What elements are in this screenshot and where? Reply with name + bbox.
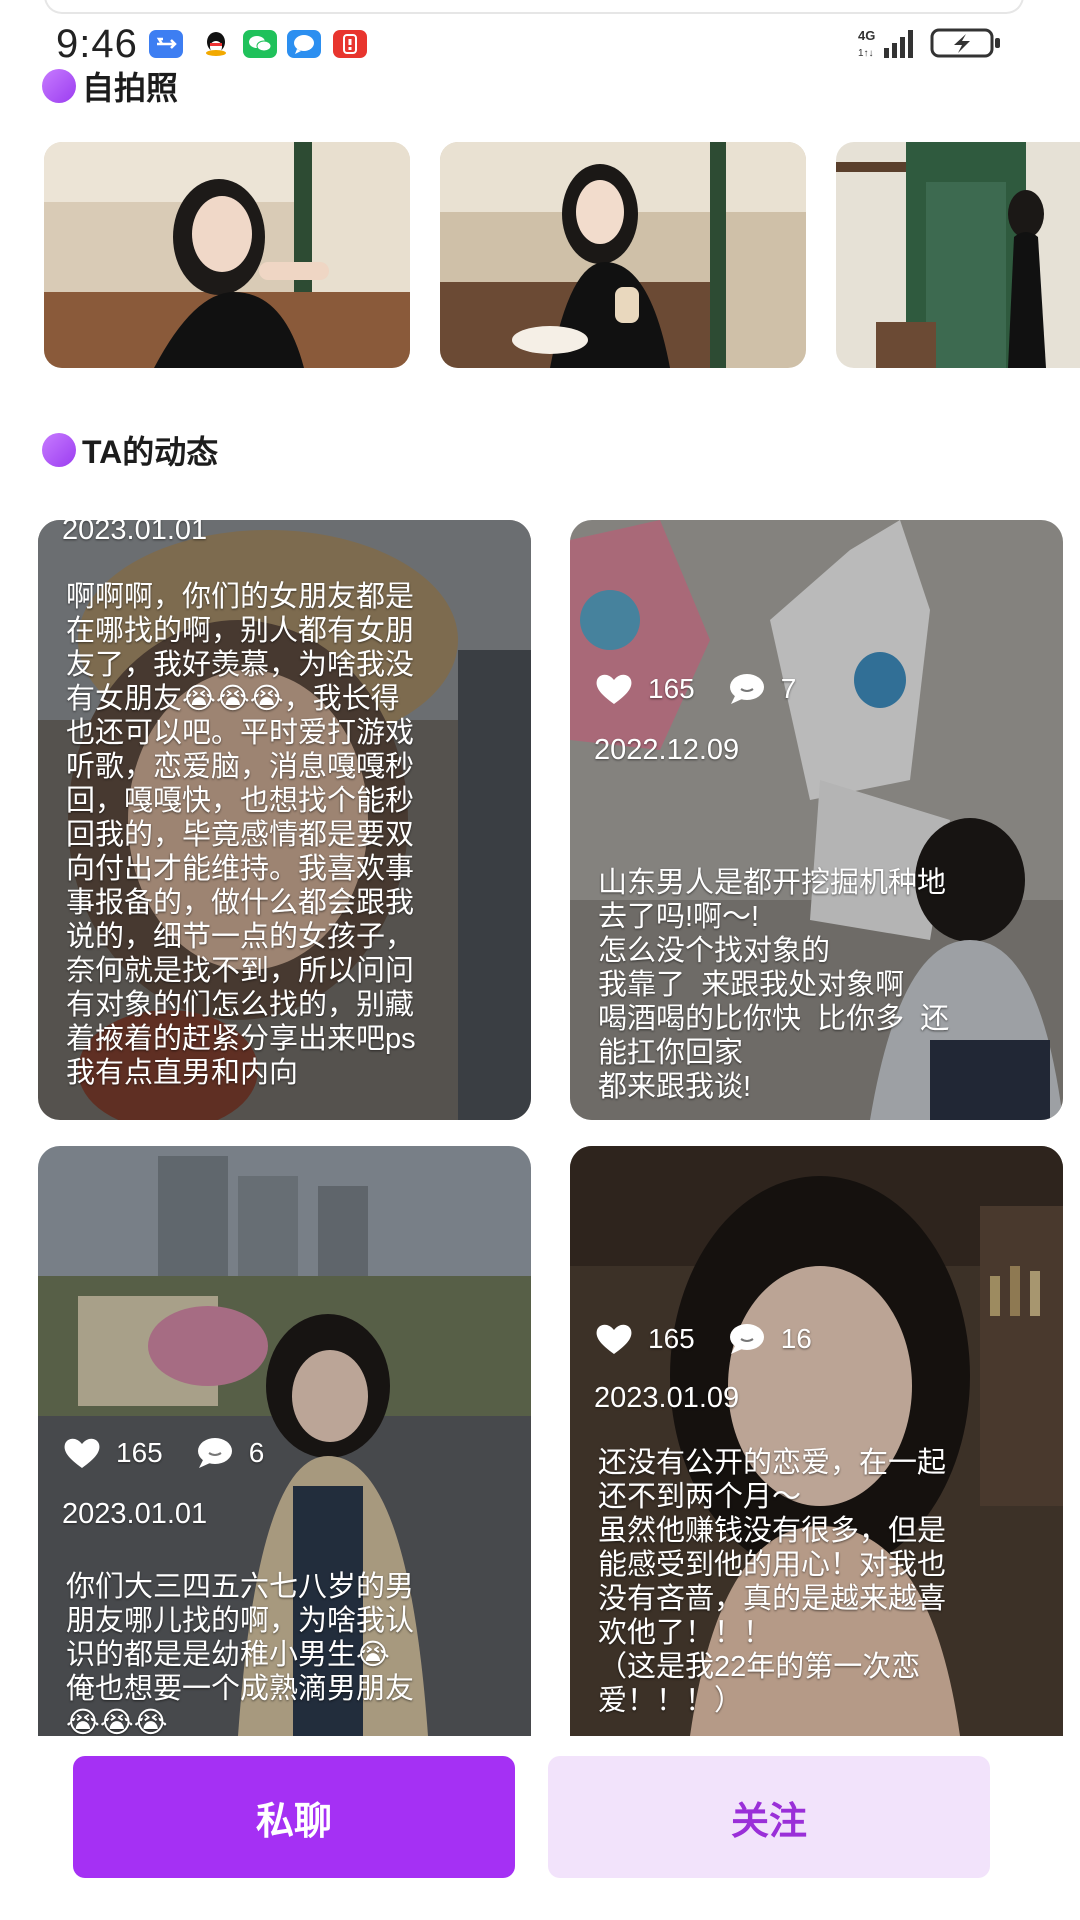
post-date: 2022.12.09 — [594, 734, 740, 766]
cellular-signal-icon: 4G 1↑↓ — [858, 28, 913, 59]
battery-charging-icon — [930, 28, 1000, 58]
qq-icon — [199, 30, 233, 58]
post-date: 2023.01.01 — [62, 520, 208, 546]
like-count: 165 — [648, 1323, 695, 1354]
selfies-title: 自拍照 — [82, 70, 179, 106]
comment-bubble-icon[interactable] — [195, 1436, 235, 1470]
wechat-icon — [243, 30, 277, 58]
post-text: 你们大三四五六七八岁的男 朋友哪儿找的啊，为啥我认 识的都是是幼稚小男生😭 俺也… — [66, 1571, 415, 1736]
feed-title: TA的动态 — [82, 434, 219, 470]
feed-card[interactable]: 165 16 2023.01.09 还没有公开的恋爱，在一起 还不到两个月～ 虽… — [570, 1146, 1063, 1736]
feed-section-title: TA的动态 — [42, 430, 218, 470]
like-heart-icon[interactable] — [62, 1436, 102, 1470]
like-heart-icon[interactable] — [594, 672, 634, 706]
comment-count: 7 — [780, 673, 797, 704]
post-date: 2023.01.01 — [62, 1498, 208, 1530]
post-text: 啊啊啊，你们的女朋友都是 在哪找的啊，别人都有女朋 友了，我好羡慕，为啥我没 有… — [66, 581, 416, 1089]
feed-card[interactable]: 165 6 2023.01.01 你们大三四五六七八岁的男 朋友哪儿找的啊，为啥… — [38, 1146, 531, 1736]
notification-app-icon — [333, 30, 367, 58]
like-count: 165 — [116, 1437, 163, 1468]
section-dot-icon — [42, 433, 76, 467]
comment-bubble-icon[interactable] — [727, 672, 767, 706]
like-count: 165 — [648, 673, 695, 704]
status-time: 9:46 — [56, 22, 138, 66]
section-dot-icon — [42, 69, 76, 103]
feed-card[interactable]: 165 7 2022.12.09 山东男人是都开挖掘机种地 去了吗!啊～! 怎么… — [570, 520, 1063, 1120]
post-text: 还没有公开的恋爱，在一起 还不到两个月～ 虽然他赚钱没有很多，但是 能感受到他的… — [598, 1447, 947, 1717]
svg-text:1↑↓: 1↑↓ — [858, 48, 874, 59]
message-icon — [287, 30, 321, 58]
usb-icon — [149, 30, 183, 58]
comment-bubble-icon[interactable] — [727, 1322, 767, 1356]
svg-text:4G: 4G — [858, 28, 875, 43]
follow-button[interactable]: 关注 — [548, 1756, 990, 1878]
selfie-photo-2[interactable] — [440, 142, 806, 368]
selfie-photo-3[interactable] — [836, 142, 1080, 368]
post-stats: 165 6 — [62, 1436, 296, 1470]
post-text: 山东男人是都开挖掘机种地 去了吗!啊～! 怎么没个找对象的 我靠了 来跟我处对象… — [598, 867, 950, 1103]
comment-count: 6 — [248, 1437, 265, 1468]
post-stats: 165 16 — [594, 1322, 844, 1356]
like-heart-icon[interactable] — [594, 1322, 634, 1356]
private-chat-button[interactable]: 私聊 — [73, 1756, 515, 1878]
comment-count: 16 — [780, 1323, 812, 1354]
post-stats: 165 7 — [594, 672, 828, 706]
top-card-edge — [44, 0, 1024, 14]
feed-card[interactable]: 2023.01.01 啊啊啊，你们的女朋友都是 在哪找的啊，别人都有女朋 友了，… — [38, 520, 531, 1120]
selfie-photo-1[interactable] — [44, 142, 410, 368]
selfies-section-title: 自拍照 — [42, 66, 178, 106]
post-date: 2023.01.09 — [594, 1382, 740, 1414]
